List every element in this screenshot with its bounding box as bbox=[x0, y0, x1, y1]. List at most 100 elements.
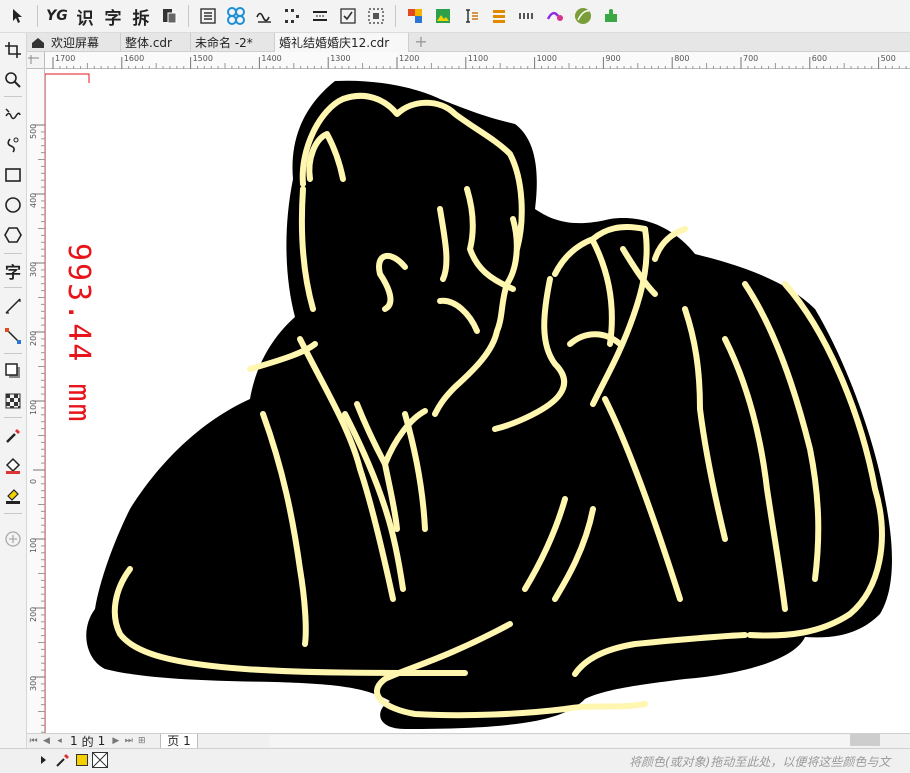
no-color-swatch[interactable] bbox=[92, 752, 108, 771]
toolbox-separator bbox=[4, 96, 22, 97]
current-page-number: 1 bbox=[70, 734, 78, 748]
tab-wedding-12[interactable]: 婚礼结婚婚庆12.cdr bbox=[275, 33, 409, 52]
recognize-button[interactable]: 识 bbox=[73, 4, 97, 29]
document-icon[interactable] bbox=[157, 4, 181, 28]
char-label: 字 bbox=[104, 8, 122, 29]
ellipse-icon[interactable] bbox=[1, 193, 25, 217]
tab-welcome[interactable]: 欢迎屏幕 bbox=[27, 33, 121, 52]
status-hint: 将颜色(或对象)拖动至此处，以便将这些颜色与文 bbox=[629, 755, 891, 769]
pattern-icon[interactable] bbox=[224, 4, 248, 28]
tab-label: 整体.cdr bbox=[125, 36, 172, 50]
ruler-tick-label: 1400 bbox=[261, 54, 281, 63]
toolbar-separator bbox=[37, 5, 38, 27]
fill-color-swatch[interactable] bbox=[76, 754, 88, 769]
toolbox-separator bbox=[4, 287, 22, 288]
ruler-tick-label: 100 bbox=[29, 400, 38, 415]
distribute-icon[interactable] bbox=[280, 4, 304, 28]
yg-plugin-button[interactable]: YG bbox=[45, 4, 69, 28]
ruler-tick-label: 300 bbox=[29, 262, 38, 277]
ruler-origin-icon[interactable] bbox=[27, 52, 45, 69]
ruler-tick-label: 400 bbox=[29, 193, 38, 208]
ruler-tick-label: 0 bbox=[29, 479, 38, 484]
tab-untitled-2[interactable]: 未命名 -2* bbox=[191, 33, 275, 52]
text-tool-button[interactable]: 字 bbox=[1, 259, 25, 283]
ruler-tick-label: 1600 bbox=[124, 54, 144, 63]
toolbox-separator bbox=[4, 513, 22, 514]
ruler-tick-label: 1500 bbox=[193, 54, 213, 63]
leaf-ball-icon[interactable] bbox=[571, 4, 595, 28]
frame-select-icon[interactable] bbox=[364, 4, 388, 28]
puzzle-icon[interactable] bbox=[599, 4, 623, 28]
image-icon[interactable] bbox=[431, 4, 455, 28]
table-icon[interactable] bbox=[196, 4, 220, 28]
toolbox-separator bbox=[4, 253, 22, 254]
ruler-tick-label: 500 bbox=[29, 124, 38, 139]
app-window: YG 识 字 拆 字 欢迎屏幕 整体.cdr 未命名 -2* 婚礼结婚婚庆12.… bbox=[0, 0, 910, 773]
add-page-icon[interactable]: ⊞ bbox=[135, 735, 148, 748]
page-tab-label: 页 1 bbox=[167, 734, 191, 748]
pick-tool-icon[interactable] bbox=[6, 4, 30, 28]
color-blocks-icon[interactable] bbox=[403, 4, 427, 28]
connector-icon[interactable] bbox=[1, 324, 25, 348]
page-tab-1[interactable]: 页 1 bbox=[160, 733, 198, 749]
ruler-tick-label: 200 bbox=[29, 607, 38, 622]
prev-page-icon[interactable]: ◀ bbox=[40, 735, 53, 748]
toolbar-separator bbox=[188, 5, 189, 27]
polygon-icon[interactable] bbox=[1, 223, 25, 247]
split-button[interactable]: 拆 bbox=[129, 4, 153, 29]
tab-overall[interactable]: 整体.cdr bbox=[121, 33, 191, 52]
ruler-tick-label: 100 bbox=[29, 538, 38, 553]
crop-icon[interactable] bbox=[1, 38, 25, 62]
vertical-ruler[interactable]: 500 400 300 200 100 0 100 200 300 bbox=[27, 69, 45, 733]
list-icon[interactable] bbox=[487, 4, 511, 28]
toolbar-separator bbox=[395, 5, 396, 27]
ruler-tick-label: 200 bbox=[29, 331, 38, 346]
effects-icon[interactable] bbox=[543, 4, 567, 28]
add-tool-icon[interactable] bbox=[1, 527, 25, 551]
drop-shadow-icon[interactable] bbox=[1, 359, 25, 383]
prev-icon[interactable]: ◂ bbox=[53, 735, 66, 748]
horizontal-ruler-ticks: 1700 1600 1500 1400 1300 1200 1100 1000 900 800 70… bbox=[52, 54, 907, 69]
toolbox-separator bbox=[4, 417, 22, 418]
horizontal-scrollbar[interactable] bbox=[269, 735, 875, 747]
artwork[interactable]: 993.44 mm bbox=[45, 69, 910, 733]
text-tool-label: 字 bbox=[4, 263, 21, 282]
status-bar: 将颜色(或对象)拖动至此处，以便将这些颜色与文 bbox=[0, 748, 910, 773]
grid-dots-icon[interactable] bbox=[515, 4, 539, 28]
parallel-dimension-icon[interactable] bbox=[1, 294, 25, 318]
dimension-label[interactable]: 993.44 mm bbox=[61, 243, 96, 424]
scrollbar-thumb[interactable] bbox=[850, 734, 880, 746]
drawing-canvas[interactable]: 993.44 mm bbox=[45, 69, 910, 733]
curve-icon[interactable] bbox=[252, 4, 276, 28]
eyedropper-icon[interactable] bbox=[1, 424, 25, 448]
recognize-label: 识 bbox=[76, 8, 94, 29]
fill-eyedropper-icon[interactable] bbox=[55, 752, 71, 771]
align-lines-icon[interactable] bbox=[308, 4, 332, 28]
freehand-icon[interactable] bbox=[1, 103, 25, 127]
total-pages-number: 1 bbox=[97, 734, 106, 748]
interactive-fill-icon[interactable] bbox=[1, 454, 25, 478]
page-of-label: 的 bbox=[81, 734, 94, 749]
toolbox-separator bbox=[4, 353, 22, 354]
document-tabs: 欢迎屏幕 整体.cdr 未命名 -2* 婚礼结婚婚庆12.cdr + bbox=[27, 33, 910, 52]
vertical-ruler-ticks: 500 400 300 200 100 0 100 200 300 bbox=[29, 124, 45, 733]
tab-label: 婚礼结婚婚庆12.cdr bbox=[279, 36, 390, 50]
expand-arrow-icon[interactable] bbox=[40, 754, 48, 768]
add-tab-icon[interactable]: + bbox=[413, 34, 429, 50]
rectangle-icon[interactable] bbox=[1, 163, 25, 187]
bezier-icon[interactable] bbox=[1, 133, 25, 157]
horizontal-ruler[interactable]: 1700 1600 1500 1400 1300 1200 1100 1000 900 800 70… bbox=[45, 52, 910, 69]
next-page-icon[interactable]: ▶ bbox=[109, 735, 122, 748]
text-cursor-icon[interactable] bbox=[459, 4, 483, 28]
home-icon bbox=[32, 37, 44, 48]
top-toolbar: YG 识 字 拆 bbox=[0, 0, 910, 33]
smart-fill-icon[interactable] bbox=[1, 484, 25, 508]
char-button[interactable]: 字 bbox=[101, 4, 125, 29]
select-box-icon[interactable] bbox=[336, 4, 360, 28]
ruler-tick-label: 800 bbox=[674, 54, 689, 63]
first-page-icon[interactable]: ⏮ bbox=[27, 735, 40, 748]
zoom-icon[interactable] bbox=[1, 68, 25, 92]
last-page-icon[interactable]: ⏭ bbox=[122, 735, 135, 748]
tab-label: 欢迎屏幕 bbox=[51, 36, 100, 50]
transparency-icon[interactable] bbox=[1, 389, 25, 413]
